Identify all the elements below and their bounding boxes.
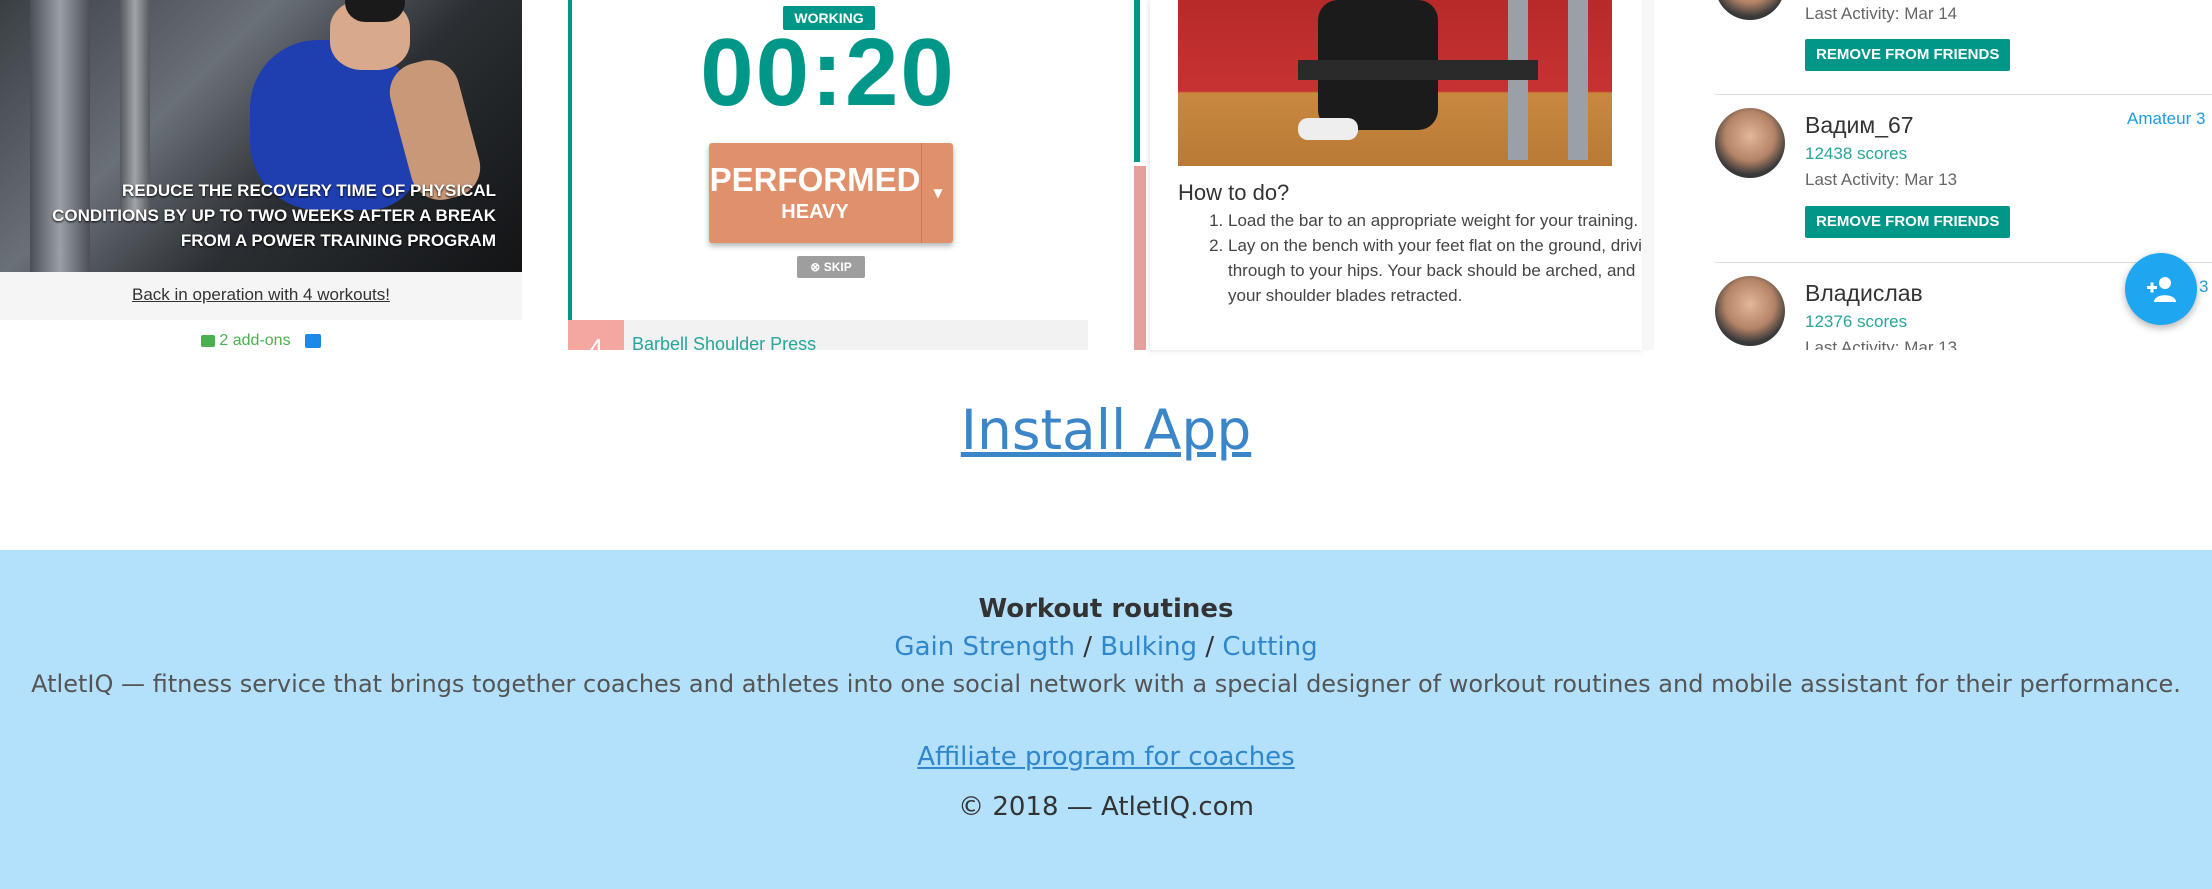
friend-scores: 12376 scores — [1805, 312, 1908, 331]
friend-last-activity: Last Activity: Mar 13 — [1805, 338, 1958, 350]
video-icon[interactable] — [304, 333, 321, 348]
footer: Workout routines Gain Strength / Bulking… — [0, 550, 2212, 889]
timer-display: 00:20 — [700, 19, 956, 126]
install-app-link[interactable]: Install App — [0, 398, 2212, 462]
exercise-instructions: How to do? Load the bar to an appropriat… — [1150, 0, 1642, 350]
friend-level: Amateur 3 — [2127, 109, 2206, 128]
bulking-link[interactable]: Bulking — [1100, 632, 1197, 662]
next-exercise-row[interactable]: 4 Barbell Shoulder Press — [568, 320, 1088, 350]
promo-photo: REDUCE THE RECOVERY TIME OF PHYSICAL CON… — [0, 0, 522, 272]
remove-friend-button[interactable]: REMOVE FROM FRIENDS — [1805, 206, 2011, 238]
remove-friend-button[interactable]: REMOVE FROM FRIENDS — [1805, 39, 2011, 71]
close-icon: ⊗ — [810, 260, 821, 274]
instruction-step: Load the bar to an appropriate weight fo… — [1228, 208, 1642, 233]
addons-info: 2 add-ons — [0, 332, 522, 350]
instruction-step: Lay on the bench with your feet flat on … — [1228, 233, 1642, 308]
add-person-icon — [2147, 277, 2176, 302]
avatar[interactable] — [1715, 0, 1785, 20]
affiliate-program-link[interactable]: Affiliate program for coaches — [0, 742, 2212, 772]
cutting-link[interactable]: Cutting — [1222, 632, 1317, 662]
promo-card: REDUCE THE RECOVERY TIME OF PHYSICAL CON… — [0, 0, 522, 350]
gain-strength-link[interactable]: Gain Strength — [894, 632, 1075, 662]
list-item: Вадим_67 12438 scores Last Activity: Mar… — [1715, 106, 2212, 246]
exercise-number: 4 — [568, 320, 624, 350]
footer-description: AtletIQ — fitness service that brings to… — [31, 670, 2181, 698]
chevron-down-icon[interactable]: ▼ — [921, 143, 954, 243]
back-in-operation-link[interactable]: Back in operation with 4 workouts! — [0, 285, 522, 305]
performed-button[interactable]: PERFORMED HEAVY ▼ — [709, 143, 953, 243]
how-to-heading: How to do? — [1178, 180, 1290, 205]
exercise-photo — [1178, 0, 1612, 166]
copyright: © 2018 — AtletIQ.com — [958, 792, 1254, 822]
add-friend-button[interactable] — [2125, 253, 2197, 325]
exercise-name: Barbell Shoulder Press — [632, 334, 817, 350]
friend-name[interactable]: Владислав — [1805, 280, 1923, 307]
footer-title: Workout routines — [978, 594, 1234, 624]
friend-level: 3 — [2199, 277, 2209, 296]
promo-caption: REDUCE THE RECOVERY TIME OF PHYSICAL CON… — [52, 181, 496, 250]
avatar[interactable] — [1715, 108, 1785, 178]
workout-routine-links: Gain Strength / Bulking / Cutting — [894, 632, 1318, 662]
friends-list: Last Activity: Mar 14 REMOVE FROM FRIEND… — [1670, 0, 2212, 350]
list-item: Last Activity: Mar 14 REMOVE FROM FRIEND… — [1715, 0, 2212, 71]
skip-button[interactable]: ⊗ SKIP — [797, 256, 865, 278]
friend-name[interactable]: Вадим_67 — [1805, 112, 1914, 139]
addons-icon — [201, 334, 216, 347]
friend-scores: 12438 scores — [1805, 144, 1908, 163]
avatar[interactable] — [1715, 276, 1785, 346]
friend-last-activity: Last Activity: Mar 13 — [1805, 170, 1958, 189]
workout-timer-screen: WORKING 00:20 PERFORMED HEAVY ▼ ⊗ SKIP 4… — [568, 0, 1088, 350]
instruction-steps: Load the bar to an appropriate weight fo… — [1178, 208, 1642, 308]
